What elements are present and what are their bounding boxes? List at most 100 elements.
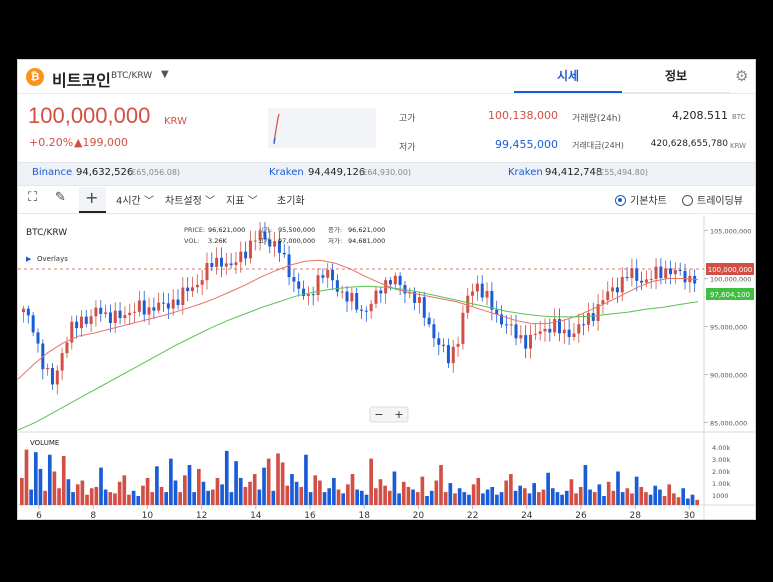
tab-market[interactable]: 시세 (514, 60, 622, 93)
volume-bar (61, 456, 66, 505)
candle-body (104, 312, 108, 314)
candle-body (519, 335, 523, 339)
volume-bar (490, 486, 495, 505)
candle-body (219, 257, 223, 267)
volume-bar (602, 495, 606, 505)
volume-bar (541, 489, 546, 505)
candle-body (55, 370, 59, 385)
candle-body (191, 287, 194, 292)
candle-body (466, 295, 470, 313)
volume-bar (43, 490, 47, 505)
volume-bar (66, 479, 71, 505)
exchange-price-foreign: (£55,494.80) (596, 168, 649, 177)
volume-bar (150, 492, 155, 505)
indicators-menu[interactable]: 지표 ﹀ (226, 192, 258, 207)
volume-bar (75, 484, 80, 505)
candle-body (398, 275, 402, 285)
volume-bar (187, 465, 192, 505)
price-chart[interactable]: 105,000,000 100,000,000 95,000,000 90,000,0… (18, 215, 756, 520)
chart-settings-menu[interactable]: 차트설정 ﹀ (165, 192, 215, 207)
candle-body (548, 328, 552, 333)
long-ma-price-tag-text: 97,604,100 (710, 291, 750, 299)
volume-bar (462, 492, 467, 505)
candle-body (65, 342, 69, 354)
candle-body (166, 303, 170, 309)
reset-button[interactable]: 초기화 (277, 192, 305, 207)
exchange-name[interactable]: Kraken (269, 167, 304, 178)
price-unit: KRW (164, 116, 187, 127)
candle-body (360, 309, 363, 311)
exchange-name[interactable]: Binance (32, 167, 72, 178)
volume-bar (47, 454, 52, 505)
legend-vol: 3.26K (208, 237, 227, 245)
divider (18, 93, 755, 94)
candle-body (79, 316, 83, 329)
volume-bar (364, 494, 369, 505)
overlays-toggle-icon[interactable]: ▶ (26, 255, 32, 263)
candle-body (664, 268, 668, 279)
candle-body (133, 311, 137, 313)
candle-body (123, 315, 127, 319)
legend-open: 95,500,000 (278, 226, 315, 234)
candle-body (422, 297, 426, 318)
candle-body (162, 302, 166, 304)
volume-bar (210, 489, 215, 505)
chevron-down-icon[interactable]: ▼ (161, 69, 169, 80)
crosshair-icon[interactable]: + (85, 188, 98, 207)
pencil-icon[interactable]: ✎ (55, 190, 66, 205)
volume-bar (29, 489, 33, 505)
interval-select[interactable]: 4시간 ﹀ (116, 192, 154, 207)
volume-bar (155, 466, 159, 505)
legend-close-label: 종가: (328, 225, 342, 234)
volume-bar (620, 492, 625, 505)
tradingview-label[interactable]: 트레이딩뷰 (697, 192, 743, 207)
volume-tick-label: 1.00k (712, 480, 730, 488)
zoom-out-button[interactable]: − (374, 408, 383, 421)
zoom-in-button[interactable]: + (394, 408, 403, 421)
volume-bar (113, 493, 117, 505)
volume-bar (401, 481, 406, 505)
candle-body (475, 283, 479, 292)
volume-bar (262, 467, 266, 505)
tradingview-radio[interactable] (682, 195, 693, 206)
volume-bar (336, 489, 341, 505)
volume-bar (467, 494, 471, 505)
y-axis-tick-label: 85,000,000 (710, 419, 747, 427)
volume-bar (569, 479, 574, 505)
volume-bar (471, 484, 476, 505)
coin-pair[interactable]: BTC/KRW (111, 71, 152, 81)
volume-bar (341, 493, 346, 505)
x-axis-tick-label: 10 (142, 511, 154, 520)
legend-price: 96,621,000 (208, 226, 245, 234)
volume-bar (443, 492, 448, 505)
volume-bar (555, 492, 560, 505)
candle-body (234, 262, 238, 266)
gear-icon[interactable]: ⚙ (735, 67, 748, 85)
basic-chart-label[interactable]: 기본차트 (630, 192, 667, 207)
exchange-name[interactable]: Kraken (508, 167, 543, 178)
y-axis-tick-label: 105,000,000 (710, 228, 751, 236)
overlays-toggle[interactable]: Overlays (37, 255, 68, 263)
expand-icon[interactable]: ⛶ (28, 190, 37, 205)
candle-body (635, 268, 639, 281)
coin-name[interactable]: 비트코인 (52, 67, 111, 91)
basic-chart-radio[interactable] (615, 195, 626, 206)
candle-body (229, 263, 233, 266)
candle-body (615, 287, 619, 293)
volume-bar (243, 486, 248, 505)
candle-body (340, 291, 344, 293)
candle-body (297, 281, 301, 289)
volume-bar (611, 490, 616, 505)
candle-body (147, 307, 151, 315)
volume-bar (695, 499, 699, 505)
bitcoin-logo-icon: ₿ (26, 68, 44, 86)
candle-body (553, 319, 557, 333)
candle-body (176, 299, 180, 306)
volume-bar (616, 471, 620, 505)
volume-bar (672, 493, 676, 505)
volume-bar (481, 493, 485, 505)
volume-bar (206, 490, 210, 505)
candle-body (669, 268, 673, 275)
tab-info[interactable]: 정보 (622, 60, 730, 93)
candle-body (273, 241, 277, 247)
